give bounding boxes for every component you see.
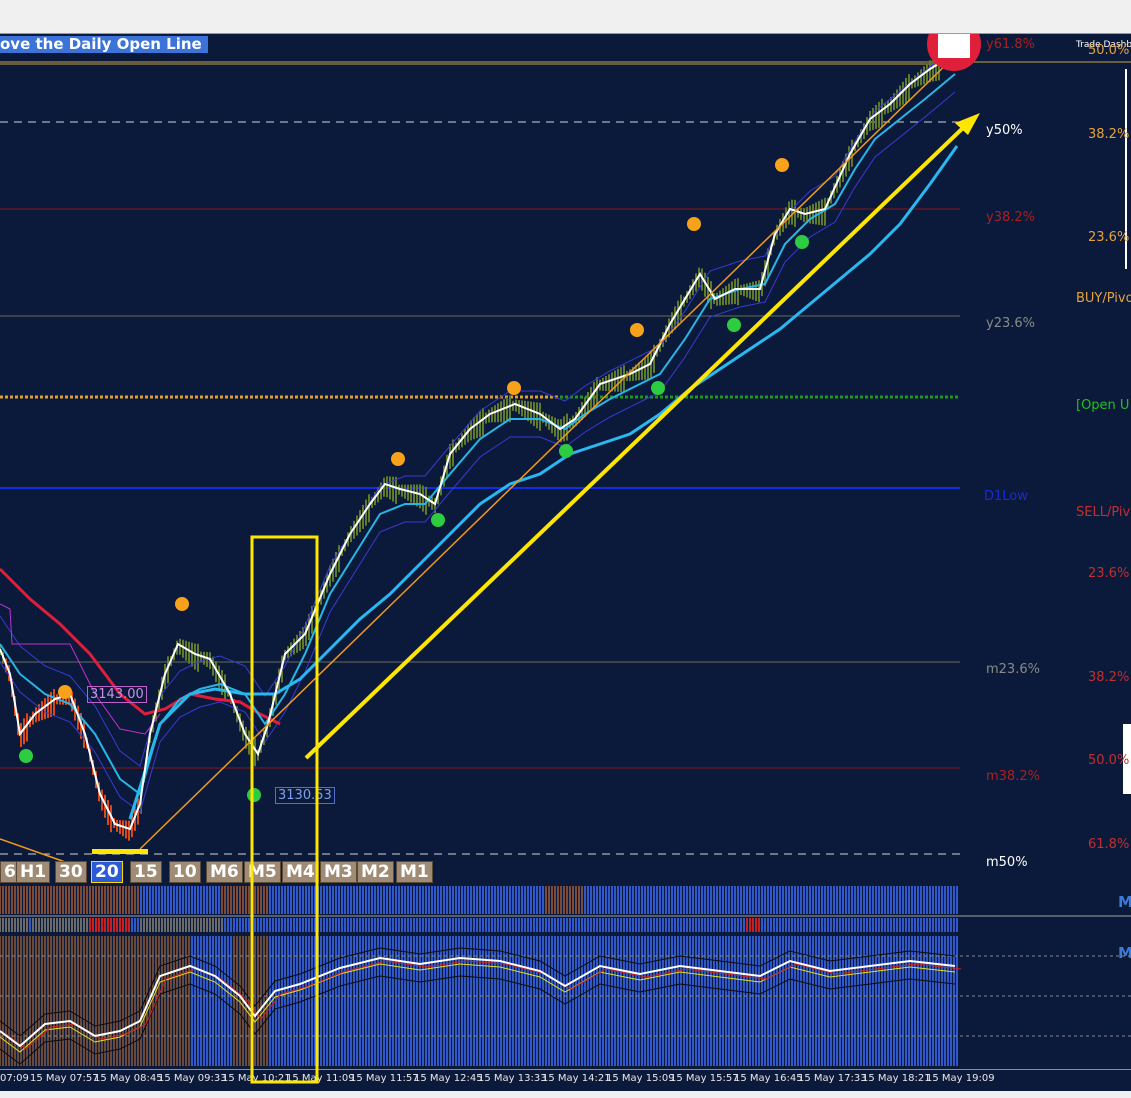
swing-high-dot — [507, 381, 521, 395]
strategy-banner: ove the Daily Open Line — [0, 36, 208, 53]
time-tick-label: 15 May 09:33 — [158, 1073, 227, 1084]
time-axis: 07:09 15 May 07:57 15 May 08:45 15 May 09:3… — [0, 1069, 1131, 1092]
alert-badge-inner — [938, 34, 970, 58]
swing-low-dot — [19, 749, 33, 763]
trend-strength-panel[interactable]: M — [0, 884, 1131, 936]
level-label-y236: y23.6% — [986, 316, 1035, 331]
baseline-ma-line — [128, 145, 959, 820]
time-tick-label: 15 May 11:57 — [350, 1073, 419, 1084]
swing-high-dot — [175, 597, 189, 611]
timeframe-button-m5[interactable]: M5 — [244, 861, 281, 883]
level-label-y50: y50% — [986, 123, 1023, 138]
timeframe-button-30[interactable]: 30 — [55, 861, 87, 883]
swing-low-dot — [431, 513, 445, 527]
timeframe-button-15[interactable]: 15 — [130, 861, 162, 883]
window-top-strip — [0, 0, 1131, 34]
time-tick-label: 15 May 14:21 — [542, 1073, 611, 1084]
timeframe-button-m3[interactable]: M3 — [320, 861, 357, 883]
sub2-label: M — [1118, 944, 1131, 962]
level-label-y382: y38.2% — [986, 210, 1035, 225]
price-chart-canvas — [0, 34, 1131, 870]
level-label-m236: m23.6% — [986, 662, 1040, 677]
level-label-m382: m38.2% — [986, 769, 1040, 784]
time-tick-label: 15 May 16:45 — [734, 1073, 803, 1084]
time-tick-label: 15 May 15:09 — [606, 1073, 675, 1084]
swing-high-dot — [58, 685, 72, 699]
time-tick-label: 15 May 18:21 — [862, 1073, 931, 1084]
swing-low-dot — [559, 444, 573, 458]
price-tag-upper: 3143.00 — [87, 686, 147, 703]
fib-label-618-b: 61.8% — [1088, 837, 1130, 852]
sell-pivot-label: SELL/Pivo — [1076, 505, 1131, 520]
time-tick-label: 15 May 11:09 — [286, 1073, 355, 1084]
swing-low-dot — [247, 788, 261, 802]
timeframe-button-h1[interactable]: H1 — [16, 861, 51, 883]
oscillator-panel[interactable]: M — [0, 936, 1131, 1069]
level-label-y618: y61.8% — [986, 37, 1035, 52]
open-line-label: [Open U — [1076, 398, 1130, 413]
time-tick-label: 15 May 15:57 — [670, 1073, 739, 1084]
fib-label-236-a: 23.6% — [1088, 230, 1130, 245]
timeframe-button-10[interactable]: 10 — [169, 861, 201, 883]
timeframe-button-m2[interactable]: M2 — [357, 861, 394, 883]
fib-label-236-b: 23.6% — [1088, 566, 1130, 581]
main-price-chart[interactable]: ove the Daily Open Line Trade Dashb y61.… — [0, 34, 1131, 884]
time-tick-label: 15 May 08:45 — [94, 1073, 163, 1084]
fib-label-50-b: 50.0% — [1088, 753, 1130, 768]
trend-strength-canvas — [0, 886, 1131, 932]
timeframe-button-m1[interactable]: M1 — [396, 861, 433, 883]
timeframe-button-m4[interactable]: M4 — [282, 861, 319, 883]
level-label-m50: m50% — [986, 855, 1028, 870]
timeframe-button-20[interactable]: 20 — [91, 861, 123, 883]
buy-pivot-label: BUY/Pivo — [1076, 291, 1131, 306]
fib-label-50-top: 50.0% — [1088, 43, 1130, 58]
swing-low-dot — [795, 235, 809, 249]
swing-high-dot — [630, 323, 644, 337]
time-tick-label: 15 May 12:45 — [414, 1073, 483, 1084]
time-tick-label: 15 May 13:33 — [478, 1073, 547, 1084]
timeframe-button-m6[interactable]: M6 — [206, 861, 243, 883]
price-tag-lower: 3130.53 — [275, 787, 335, 804]
fib-label-382-a: 38.2% — [1088, 127, 1130, 142]
orange-trend-line — [139, 55, 956, 850]
level-label-d1low: D1Low — [984, 489, 1028, 504]
swing-high-dot — [687, 217, 701, 231]
swing-high-dot — [391, 452, 405, 466]
swing-high-dot — [775, 158, 789, 172]
swing-low-dot — [651, 381, 665, 395]
time-tick-label: 15 May 07:57 — [30, 1073, 99, 1084]
channel-upper-line — [0, 45, 956, 767]
window-bottom-strip — [0, 1091, 1131, 1098]
fib-label-382-b: 38.2% — [1088, 670, 1130, 685]
time-tick-label: 15 May 19:09 — [926, 1073, 995, 1084]
oscillator-canvas — [0, 936, 1131, 1066]
channel-lower-line — [0, 91, 956, 813]
swing-low-dot — [727, 318, 741, 332]
time-tick-label: 15 May 10:21 — [222, 1073, 291, 1084]
time-tick-label: 15 May 17:33 — [798, 1073, 867, 1084]
time-tick-label: 07:09 — [0, 1073, 29, 1084]
sub1-label: M — [1118, 893, 1131, 911]
